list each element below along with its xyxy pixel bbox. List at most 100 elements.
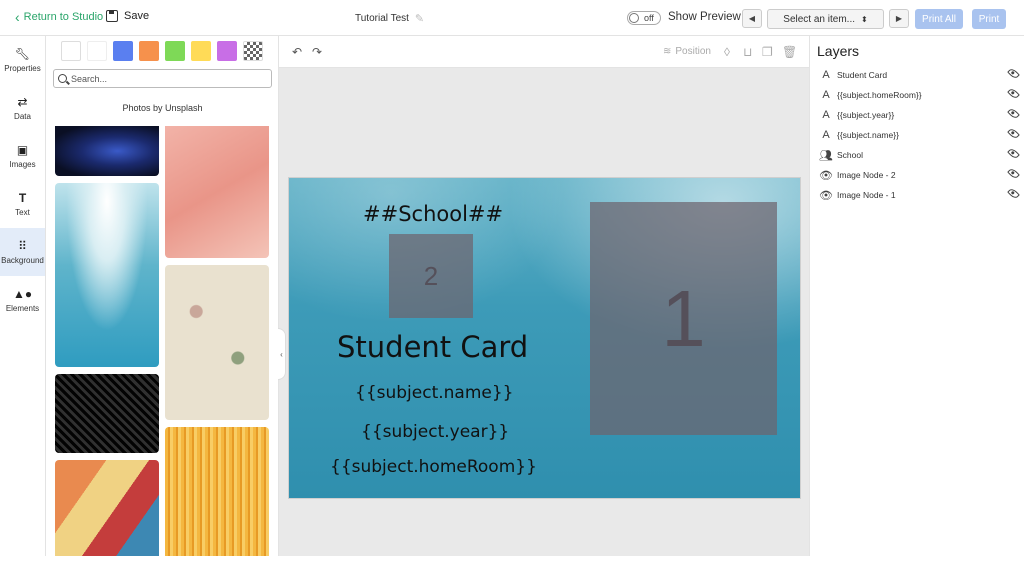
student-card-canvas[interactable]: ##School## 2 Student Card {{subject.name…	[288, 177, 801, 499]
search-placeholder: Search...	[71, 73, 108, 84]
layers-panel: Layers A Student Card A {{subject.homeRo…	[809, 36, 1024, 556]
swatch-transparent[interactable]	[243, 41, 263, 61]
search-icon	[58, 74, 67, 83]
eye-icon[interactable]	[1007, 187, 1020, 200]
unlock-icon[interactable]: ⊔	[743, 45, 752, 59]
layer-label: School	[837, 150, 863, 160]
subject-name-text[interactable]: {{subject.name}}	[355, 383, 514, 403]
sidebar-item-images[interactable]: ▣ Images	[0, 132, 45, 180]
subject-homeroom-text[interactable]: {{subject.homeRoom}}	[330, 457, 537, 477]
layer-item-homeroom[interactable]: A {{subject.homeRoom}}	[819, 86, 1020, 104]
eye-icon[interactable]	[1007, 67, 1020, 80]
eye-icon[interactable]	[1007, 127, 1020, 140]
sidebar-item-label: Text	[15, 208, 30, 217]
images-icon: ▣	[16, 143, 29, 157]
text-a-icon: A	[822, 129, 830, 141]
photo-thumbnail-gold-stripes[interactable]	[165, 427, 269, 556]
photo-thumbnail-mosaic-tiles[interactable]	[55, 374, 159, 453]
eye-icon[interactable]	[1007, 147, 1020, 160]
eye-icon[interactable]	[1007, 167, 1020, 180]
sidebar-item-label: Elements	[5, 304, 40, 313]
duplicate-icon[interactable]: ❐	[762, 45, 773, 59]
top-bar: ‹ Return to Studio Save Tutorial Test ✎ …	[0, 0, 1024, 36]
swatch-yellow[interactable]	[191, 41, 211, 61]
layers-title: Layers	[817, 43, 860, 59]
subject-year-text[interactable]: {{subject.year}}	[361, 422, 509, 442]
school-text[interactable]: ##School##	[363, 202, 503, 226]
preview-toggle[interactable]: off	[627, 11, 661, 25]
photo-thumbnail-pink-marble[interactable]	[165, 126, 269, 258]
swatch-white[interactable]	[61, 41, 81, 61]
select-item-dropdown[interactable]: Select an item... ⬍	[767, 9, 884, 29]
layers-stack-icon: ≋	[663, 46, 672, 57]
swatch-blue[interactable]	[113, 41, 133, 61]
opacity-drop-icon[interactable]: ◊	[724, 45, 730, 59]
layer-item-name[interactable]: A {{subject.name}}	[819, 126, 1020, 144]
image-node-1[interactable]: 1	[590, 202, 777, 435]
users-icon: 👥︎	[819, 149, 833, 162]
swatch-green[interactable]	[165, 41, 185, 61]
save-label: Save	[124, 10, 150, 22]
layer-label: Image Node - 1	[837, 190, 896, 200]
select-item-label: Select an item...	[783, 13, 855, 25]
next-item-button[interactable]: ▶	[889, 9, 909, 28]
search-input[interactable]: Search...	[53, 69, 272, 88]
position-button[interactable]: ≋ Position	[663, 46, 711, 57]
save-button[interactable]: Save	[106, 10, 149, 22]
image-eye-icon: 👁︎	[819, 169, 833, 182]
eye-icon[interactable]	[1007, 87, 1020, 100]
photo-thumbnail-floral-pattern[interactable]	[165, 265, 269, 420]
layer-item-student-card[interactable]: A Student Card	[819, 66, 1020, 84]
caret-right-icon: ▶	[895, 14, 903, 23]
layer-item-school[interactable]: 👥︎ School	[819, 146, 1020, 164]
chevron-left-icon: ‹	[280, 349, 283, 359]
chevron-left-icon: ‹	[15, 8, 20, 25]
layer-item-image-node-1[interactable]: 👁︎ Image Node - 1	[819, 186, 1020, 204]
sidebar-item-label: Data	[14, 112, 31, 121]
layer-label: {{subject.year}}	[837, 110, 895, 120]
print-all-button[interactable]: Print All	[915, 9, 963, 29]
pencil-icon[interactable]: ✎	[415, 12, 424, 25]
photo-thumbnail-blue-sky[interactable]	[55, 183, 159, 367]
eye-icon[interactable]	[1007, 107, 1020, 120]
text-a-icon: A	[822, 109, 830, 121]
layer-item-year[interactable]: A {{subject.year}}	[819, 106, 1020, 124]
sidebar-item-label: Properties	[4, 64, 41, 73]
sidebar-item-properties[interactable]: 🔧︎ Properties	[0, 36, 45, 84]
sidebar-item-text[interactable]: T Text	[0, 180, 45, 228]
undo-icon[interactable]: ↶	[292, 45, 302, 59]
photo-thumbnail-paper-shapes[interactable]	[55, 460, 159, 556]
return-to-studio-link[interactable]: ‹ Return to Studio	[15, 8, 103, 25]
document-title-text: Tutorial Test	[355, 13, 409, 24]
position-label: Position	[675, 46, 711, 57]
sidebar-item-data[interactable]: ⇄ Data	[0, 84, 45, 132]
shapes-icon: ▲●	[12, 287, 33, 301]
trash-icon[interactable]: 🗑︎	[782, 45, 797, 59]
caret-left-icon: ◀	[748, 14, 756, 23]
photos-by-unsplash-label: Photos by Unsplash	[122, 103, 203, 113]
layer-label: {{subject.name}}	[837, 130, 899, 140]
photo-thumbnail-dark-water[interactable]	[55, 126, 159, 176]
print-button[interactable]: Print	[972, 9, 1006, 29]
swatch-orange[interactable]	[139, 41, 159, 61]
swatch-purple[interactable]	[217, 41, 237, 61]
sidebar-item-label: Background	[1, 256, 44, 265]
image-node-2[interactable]: 2	[389, 234, 473, 318]
toggle-knob	[629, 13, 639, 23]
collapse-panel-handle[interactable]: ‹	[278, 328, 286, 380]
sidebar-item-label: Images	[9, 160, 36, 169]
document-title[interactable]: Tutorial Test ✎	[355, 12, 424, 25]
sidebar-item-elements[interactable]: ▲● Elements	[0, 276, 45, 324]
student-card-title[interactable]: Student Card	[337, 330, 528, 364]
previous-item-button[interactable]: ◀	[742, 9, 762, 28]
layer-label: {{subject.homeRoom}}	[837, 90, 922, 100]
color-swatches	[61, 41, 263, 61]
swatch-white-2[interactable]	[87, 41, 107, 61]
wrench-icon: 🔧︎	[14, 47, 31, 61]
layer-item-image-node-2[interactable]: 👁︎ Image Node - 2	[819, 166, 1020, 184]
sidebar-item-background[interactable]: ⠿ Background	[0, 228, 45, 276]
layer-label: Student Card	[837, 70, 888, 80]
redo-icon[interactable]: ↷	[312, 45, 322, 59]
text-t-icon: T	[18, 191, 27, 205]
show-preview-label: Show Preview	[668, 11, 741, 23]
